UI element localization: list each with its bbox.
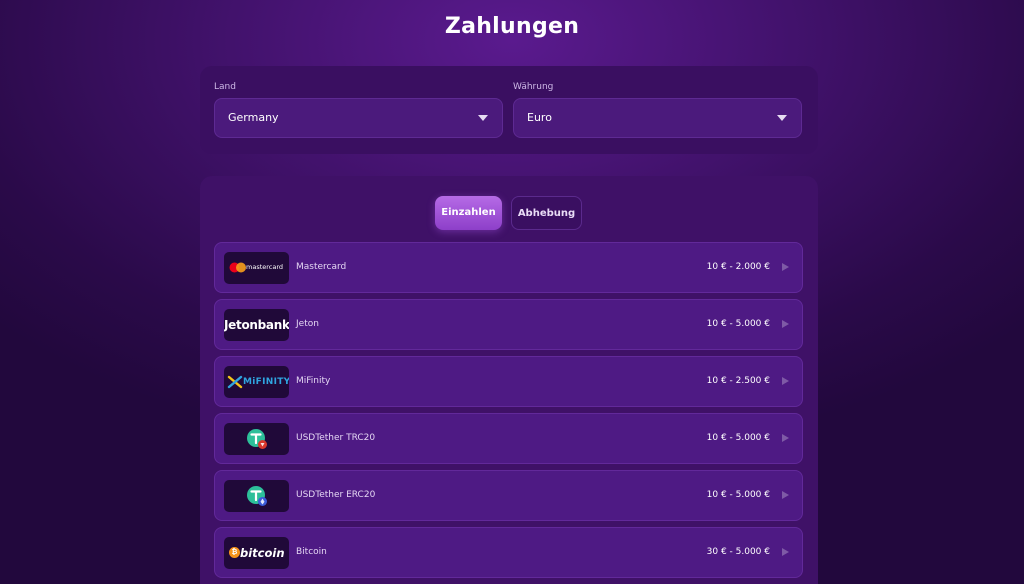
country-value: Germany [228, 111, 279, 124]
chevron-right-icon [782, 320, 789, 328]
payment-method-name: USDTether TRC20 [296, 433, 376, 443]
payment-method-limit: 10 € - 2.500 € [706, 376, 770, 386]
mifinity-x-icon [227, 375, 243, 389]
payment-method-name: MiFinity [296, 376, 331, 386]
tether-icon [247, 429, 267, 449]
chevron-right-icon [782, 491, 789, 499]
payment-method-row-jeton[interactable]: Jetonbank Jeton 10 € - 5.000 € [214, 299, 803, 350]
payment-tabs: Einzahlen Abhebung [200, 196, 818, 230]
jetonbank-logo-text: Jetonbank [224, 318, 289, 332]
jetonbank-logo: Jetonbank [224, 309, 289, 341]
country-label: Land [214, 82, 236, 92]
tether-icon [247, 486, 267, 506]
payment-method-row-mifinity[interactable]: MiFINITY MiFinity 10 € - 2.500 € [214, 356, 803, 407]
payment-method-limit: 10 € - 5.000 € [706, 490, 770, 500]
tab-deposit[interactable]: Einzahlen [435, 196, 502, 230]
page-title: Zahlungen [444, 14, 580, 39]
tether-erc20-logo [224, 480, 289, 512]
currency-select[interactable]: Euro [513, 98, 802, 138]
payment-method-name: Jeton [296, 319, 319, 329]
chevron-right-icon [782, 377, 789, 385]
payment-method-limit: 10 € - 5.000 € [706, 433, 770, 443]
chevron-right-icon [782, 434, 789, 442]
currency-value: Euro [527, 111, 552, 124]
currency-label: Währung [513, 82, 554, 92]
mastercard-logo: mastercard [224, 252, 289, 284]
tether-trc20-logo [224, 423, 289, 455]
filter-panel: Land Germany Währung Euro [200, 66, 818, 154]
chevron-down-icon [478, 115, 488, 121]
payment-method-row-mastercard[interactable]: mastercard Mastercard 10 € - 2.000 € [214, 242, 803, 293]
tab-withdrawal[interactable]: Abhebung [511, 196, 582, 230]
chevron-right-icon [782, 263, 789, 271]
payment-method-row-usdt-erc20[interactable]: USDTether ERC20 10 € - 5.000 € [214, 470, 803, 521]
country-select[interactable]: Germany [214, 98, 503, 138]
bitcoin-logo: ₿ bitcoin [224, 537, 289, 569]
payment-method-limit: 10 € - 5.000 € [706, 319, 770, 329]
payment-method-row-usdt-trc20[interactable]: USDTether TRC20 10 € - 5.000 € [214, 413, 803, 464]
mifinity-logo-text: MiFINITY [243, 377, 289, 387]
mastercard-circles-icon [229, 262, 246, 273]
payment-method-limit: 10 € - 2.000 € [706, 262, 770, 272]
payment-method-name: Bitcoin [296, 547, 327, 557]
chevron-down-icon [777, 115, 787, 121]
payment-methods-panel: Einzahlen Abhebung mastercard Mastercard… [200, 176, 818, 584]
bitcoin-coin-icon: ₿ [229, 547, 240, 558]
payment-method-name: Mastercard [296, 262, 347, 272]
payment-method-limit: 30 € - 5.000 € [706, 547, 770, 557]
mastercard-logo-text: mastercard [246, 263, 284, 271]
bitcoin-logo-text: bitcoin [240, 546, 285, 560]
payment-method-row-bitcoin[interactable]: ₿ bitcoin Bitcoin 30 € - 5.000 € [214, 527, 803, 578]
chevron-right-icon [782, 548, 789, 556]
payment-method-name: USDTether ERC20 [296, 490, 376, 500]
mifinity-logo: MiFINITY [224, 366, 289, 398]
